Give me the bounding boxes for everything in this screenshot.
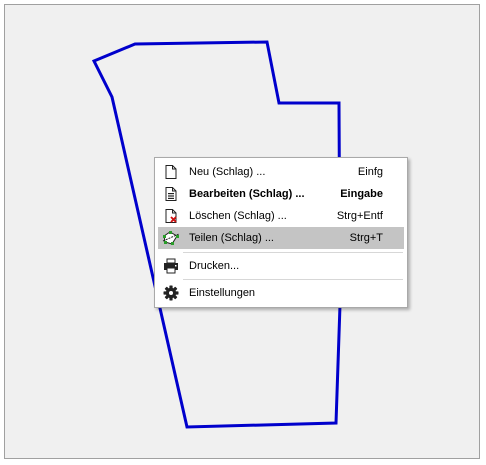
delete-document-icon <box>162 207 180 225</box>
menu-item-label: Löschen (Schlag) ... <box>189 210 287 222</box>
menu-item-label: Teilen (Schlag) ... <box>189 232 274 244</box>
menu-item-delete[interactable]: Löschen (Schlag) ... Strg+Entf <box>158 205 404 227</box>
menu-item-split[interactable]: Teilen (Schlag) ... Strg+T <box>158 227 404 249</box>
gear-icon <box>162 284 180 302</box>
menu-item-print[interactable]: Drucken... <box>158 255 404 277</box>
menu-item-label: Drucken... <box>189 260 240 272</box>
menu-item-shortcut: Einfg <box>357 166 383 178</box>
menu-item-label: Neu (Schlag) ... <box>189 166 266 178</box>
printer-icon <box>162 257 180 275</box>
new-document-icon <box>162 163 180 181</box>
menu-item-new[interactable]: Neu (Schlag) ... Einfg <box>158 161 404 183</box>
menu-separator <box>183 252 403 253</box>
menu-item-shortcut: Strg+T <box>349 232 383 244</box>
menu-item-edit[interactable]: Bearbeiten (Schlag) ... Eingabe <box>158 183 404 205</box>
context-menu: Neu (Schlag) ... Einfg Bearbeiten (Schla… <box>154 157 408 308</box>
split-polygon-icon <box>162 229 180 247</box>
menu-separator <box>183 279 403 280</box>
menu-item-settings[interactable]: Einstellungen <box>158 282 404 304</box>
menu-item-label: Bearbeiten (Schlag) ... <box>189 188 305 200</box>
menu-item-shortcut: Eingabe <box>340 188 383 200</box>
menu-item-label: Einstellungen <box>189 287 256 299</box>
edit-document-icon <box>162 185 180 203</box>
menu-item-shortcut: Strg+Entf <box>336 210 383 222</box>
